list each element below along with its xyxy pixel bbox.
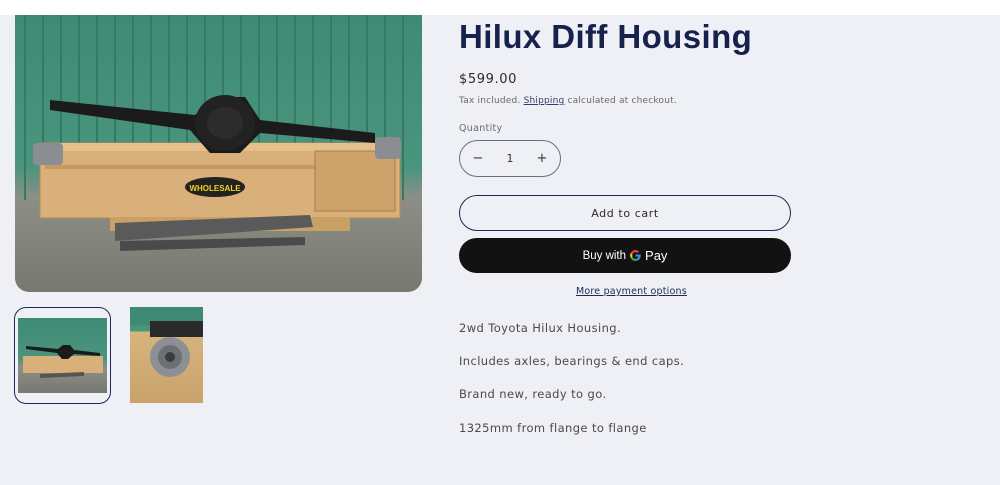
tax-suffix: calculated at checkout. — [564, 96, 677, 106]
decrease-quantity-button[interactable]: − — [472, 151, 484, 166]
increase-quantity-button[interactable]: + — [536, 151, 548, 166]
description-line: Brand new, ready to go. — [459, 387, 607, 401]
more-payment-options-link[interactable]: More payment options — [576, 286, 687, 297]
quantity-input[interactable]: 1 — [507, 152, 514, 165]
tax-prefix: Tax included. — [459, 96, 524, 106]
description-line: 1325mm from flange to flange — [459, 421, 647, 435]
main-product-image[interactable]: WHOLESALE — [15, 15, 422, 292]
product-title: Hilux Diff Housing — [459, 18, 753, 55]
google-g-icon — [629, 249, 642, 262]
description-line: 2wd Toyota Hilux Housing. — [459, 321, 622, 335]
thumbnail-2[interactable] — [130, 307, 203, 403]
tax-note: Tax included. Shipping calculated at che… — [459, 96, 677, 106]
buy-with-google-pay-button[interactable]: Buy with Pay — [459, 238, 791, 273]
shipping-link[interactable]: Shipping — [524, 96, 565, 106]
buy-with-label: Buy with — [582, 249, 627, 262]
gpay-pay-label: Pay — [645, 248, 668, 263]
thumbnail-1[interactable] — [14, 307, 111, 404]
crate-logo-text: WHOLESALE — [189, 184, 241, 193]
quantity-label: Quantity — [459, 123, 503, 134]
product-price: $599.00 — [459, 72, 517, 87]
quantity-stepper: − 1 + — [459, 140, 561, 177]
top-bar — [0, 0, 1000, 15]
description-line: Includes axles, bearings & end caps. — [459, 354, 685, 368]
add-to-cart-button[interactable]: Add to cart — [459, 195, 791, 231]
